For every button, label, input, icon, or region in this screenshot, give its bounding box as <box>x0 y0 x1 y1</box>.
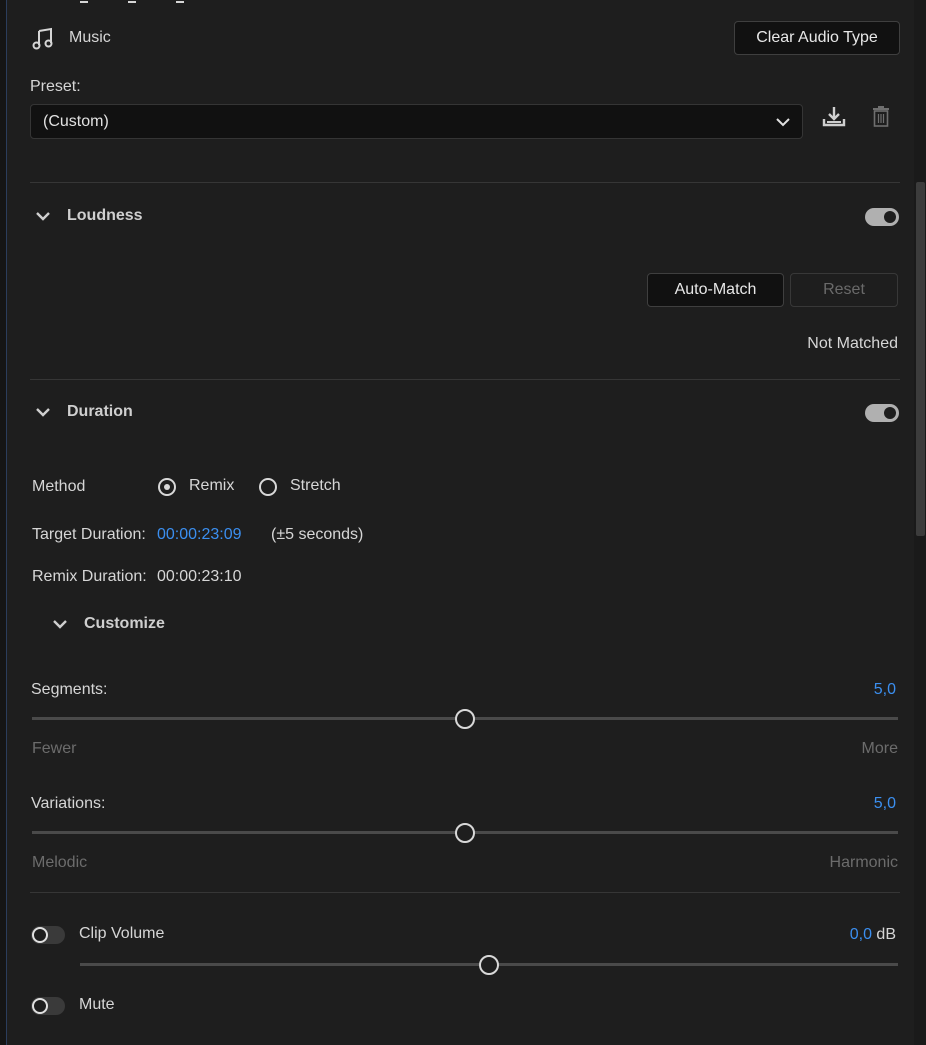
clip-volume-readout: 0,0 dB <box>850 926 896 944</box>
variations-min-label: Melodic <box>32 854 88 871</box>
segments-value[interactable]: 5,0 <box>874 681 896 699</box>
loudness-reset-button[interactable]: Reset <box>790 273 898 307</box>
divider <box>30 379 900 380</box>
remix-duration-label: Remix Duration: <box>32 568 147 585</box>
delete-preset-icon[interactable] <box>871 105 891 127</box>
panel-scrollbar-thumb[interactable] <box>916 182 925 536</box>
variations-value[interactable]: 5,0 <box>874 795 896 813</box>
save-preset-icon[interactable] <box>822 106 846 128</box>
customize-collapse-chevron-icon[interactable] <box>52 618 68 630</box>
target-duration-label: Target Duration: <box>32 526 146 543</box>
clip-volume-value[interactable]: 0,0 <box>850 926 872 943</box>
segments-label: Segments: <box>31 681 108 698</box>
loudness-status: Not Matched <box>807 335 898 352</box>
clip-volume-label: Clip Volume <box>79 925 165 942</box>
segments-slider-thumb[interactable] <box>455 709 475 729</box>
method-remix-radio[interactable] <box>158 478 176 496</box>
loudness-section-title[interactable]: Loudness <box>67 207 143 225</box>
target-duration-tolerance: (±5 seconds) <box>271 526 364 543</box>
target-duration-value[interactable]: 00:00:23:09 <box>157 526 242 544</box>
audio-type-label: Music <box>69 29 111 46</box>
divider <box>30 182 900 183</box>
panel-left-edge <box>0 0 7 1045</box>
clip-volume-toggle[interactable] <box>31 926 65 944</box>
variations-label: Variations: <box>31 795 106 812</box>
customize-section-title[interactable]: Customize <box>84 615 165 633</box>
loudness-collapse-chevron-icon[interactable] <box>35 210 51 222</box>
music-note-icon <box>32 27 53 50</box>
chevron-down-icon <box>776 118 790 127</box>
segments-max-label: More <box>861 740 898 757</box>
loudness-toggle[interactable] <box>865 208 899 226</box>
preset-label: Preset: <box>30 78 81 95</box>
divider <box>30 892 900 893</box>
variations-slider-thumb[interactable] <box>455 823 475 843</box>
variations-max-label: Harmonic <box>829 854 898 871</box>
method-remix-label[interactable]: Remix <box>189 477 234 495</box>
mute-label: Mute <box>79 996 115 1013</box>
method-label: Method <box>32 478 86 495</box>
panel-title-fragment <box>80 0 260 4</box>
method-stretch-label[interactable]: Stretch <box>290 477 341 495</box>
duration-section-title[interactable]: Duration <box>67 403 133 421</box>
mute-toggle[interactable] <box>31 997 65 1015</box>
duration-toggle[interactable] <box>865 404 899 422</box>
method-stretch-radio[interactable] <box>259 478 277 496</box>
preset-selected-value: (Custom) <box>43 113 109 130</box>
clip-volume-slider-thumb[interactable] <box>479 955 499 975</box>
duration-collapse-chevron-icon[interactable] <box>35 406 51 418</box>
auto-match-button[interactable]: Auto-Match <box>647 273 784 307</box>
segments-min-label: Fewer <box>32 740 77 757</box>
clear-audio-type-button[interactable]: Clear Audio Type <box>734 21 900 55</box>
preset-dropdown[interactable]: (Custom) <box>30 104 803 139</box>
clip-volume-unit: dB <box>876 926 896 943</box>
remix-duration-value: 00:00:23:10 <box>157 568 242 585</box>
